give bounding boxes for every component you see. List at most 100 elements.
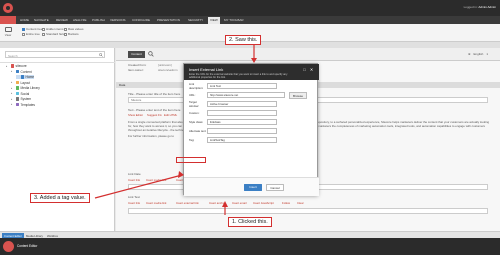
logged-in-user[interactable]: Logged in: Admin Admin (464, 5, 496, 9)
browse-button[interactable]: Browse (289, 92, 307, 99)
field-link[interactable]: Insert email (232, 201, 246, 205)
item-icon (20, 75, 24, 79)
field-link[interactable]: Insert link (128, 178, 140, 182)
item-icon (15, 102, 19, 107)
user-name: Admin Admin (478, 5, 496, 9)
check-raw-values[interactable]: Raw values (64, 27, 84, 31)
edit-html-link[interactable]: Edit HTML (164, 113, 177, 117)
form-input[interactable]: LinkTestTag (207, 137, 277, 143)
tree-item-label: Media Library (20, 86, 40, 90)
checkbox-icon (22, 27, 25, 31)
link-date-label: Link Date (128, 172, 141, 176)
tree-item[interactable]: ▸ sitecore (6, 64, 27, 68)
link-test-label: Link Test (128, 195, 140, 199)
maximize-icon[interactable]: □ (302, 67, 307, 72)
tree-item-label: Social (20, 91, 30, 96)
target-window-select[interactable]: Active browser (207, 101, 277, 107)
field-link[interactable]: Insert link (128, 201, 140, 205)
tree-item-label: Home (25, 75, 35, 79)
title-field-label: Title - Please enter title of the item h… (128, 92, 181, 96)
tree-item-label: Content (20, 69, 32, 74)
version-selector[interactable]: 1 (486, 52, 488, 56)
created-from-value: [unknown] (158, 63, 172, 67)
field-link[interactable]: Insert media link (146, 178, 166, 182)
expand-arrow-icon[interactable]: ▸ (11, 81, 14, 84)
search-placeholder: Search (8, 53, 18, 58)
form-row: Target window: Active browser (189, 100, 277, 108)
content-button[interactable]: Content (128, 51, 145, 58)
item-owner-value: sitecore\admin (158, 68, 178, 72)
check-label: Buckets (68, 32, 79, 36)
view-button[interactable]: View (3, 27, 13, 37)
callout-clicked-this: 1. Clicked this. (228, 217, 272, 227)
view-button-label: View (4, 33, 12, 37)
expand-arrow-icon[interactable]: ▸ (11, 70, 14, 73)
form-input[interactable]: Link Text (207, 83, 277, 89)
expand-arrow-icon[interactable]: ▸ (11, 87, 14, 90)
field-link[interactable]: Follow (282, 201, 290, 205)
insert-external-link-dialog: Insert External Link Enter the URL for t… (183, 63, 319, 196)
field-link[interactable]: Insert external link (176, 201, 199, 205)
close-icon[interactable]: ✕ (309, 67, 314, 72)
view-icon (4, 27, 12, 32)
field-link[interactable]: Clear (297, 201, 304, 205)
form-row: Custom: (189, 110, 277, 116)
editor-toolbar: Content ⊕ English 1 (116, 48, 500, 61)
form-input[interactable] (207, 128, 277, 134)
expand-arrow-icon[interactable]: ▸ (11, 98, 14, 101)
tree-item-label: Layout (20, 80, 31, 85)
tree-search-input[interactable]: Search (5, 51, 105, 58)
expand-arrow-icon[interactable]: ▸ (11, 92, 14, 95)
form-input[interactable]: linkclass (207, 119, 277, 125)
expand-arrow-icon[interactable]: ▸ (11, 103, 14, 106)
tree-item-label: sitecore (15, 64, 27, 68)
check-content-tree[interactable]: Content tree (22, 27, 43, 31)
language-selector[interactable]: English (473, 52, 483, 56)
dialog-subtitle: Enter the URL for the external website t… (189, 72, 288, 79)
tree-item[interactable]: ▸ Social (11, 92, 29, 96)
globe-icon[interactable]: ⊕ (468, 52, 471, 56)
form-input[interactable] (207, 110, 277, 116)
tree-item-label: System (20, 97, 32, 101)
search-icon[interactable] (148, 51, 154, 57)
suggest-fix-link[interactable]: Suggest Fix (147, 113, 162, 117)
check-entire-tree[interactable]: Entire tree (22, 32, 40, 36)
tab-view[interactable]: VIEW (208, 17, 220, 24)
status-bar: Content Editor (0, 238, 500, 255)
expand-arrow-icon[interactable]: ▸ (6, 65, 9, 68)
check-buckets[interactable]: Buckets (64, 32, 79, 36)
tree-item[interactable]: Home (16, 75, 35, 79)
status-label: Content Editor (17, 244, 38, 248)
start-button-icon[interactable] (3, 241, 14, 252)
menu-icon[interactable] (0, 16, 16, 24)
sitecore-logo-icon[interactable] (3, 3, 13, 13)
form-label: Link description: (189, 82, 204, 90)
tree-item[interactable]: ▸ Layout (11, 81, 30, 85)
tree-item[interactable]: ▸ Templates (11, 103, 35, 107)
form-row: Tag: LinkTestTag (189, 137, 277, 143)
form-label: Style class: (189, 120, 204, 124)
search-icon[interactable] (99, 53, 103, 57)
insert-button[interactable]: Insert (244, 184, 262, 191)
cancel-button[interactable]: Cancel (266, 184, 284, 191)
form-label: Alternate text: (189, 129, 207, 133)
field-link[interactable]: Insert anchor (209, 201, 225, 205)
top-bar: Logged in: Admin Admin (0, 0, 500, 16)
tree-item[interactable]: ▸ System (11, 97, 31, 101)
item-icon (15, 97, 19, 101)
dialog-title: Insert External Link (189, 67, 224, 72)
checkbox-icon (42, 32, 45, 36)
dialog-header: Insert External Link Enter the URL for t… (184, 64, 319, 80)
tree-item[interactable]: ▸ Media Library (11, 86, 40, 90)
field-link[interactable]: Insert media link (146, 201, 166, 205)
field-link[interactable]: Insert JavaScript (253, 201, 274, 205)
form-row: Alternate text: (189, 128, 277, 134)
item-icon (15, 91, 19, 96)
tree-item[interactable]: ▸ Content (11, 70, 32, 74)
show-editor-link[interactable]: Show Editor (128, 113, 143, 117)
form-input[interactable]: http://www.sitecore.net (207, 92, 285, 98)
tree-item-label: Templates (20, 102, 36, 107)
check-standard-fields[interactable]: Standard fields (42, 32, 66, 36)
check-hidden-items[interactable]: Hidden items (42, 27, 64, 31)
link-test-input[interactable] (128, 208, 488, 214)
